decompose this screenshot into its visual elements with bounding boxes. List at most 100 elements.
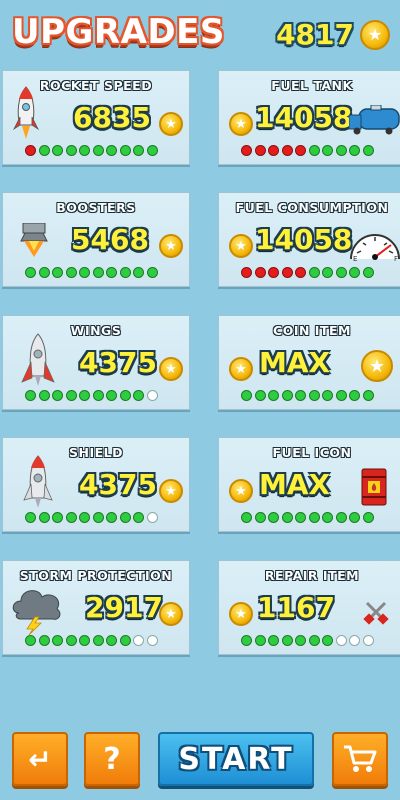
- upgrade-card-fuel-tank[interactable]: FUEL TANK ★ 14058: [218, 70, 400, 165]
- page-title: UPGRADES: [12, 12, 225, 52]
- level-dot: [335, 390, 347, 401]
- upgrade-card-fuel-consumption[interactable]: FUEL CONSUMPTION ★ 14058 E F: [218, 192, 400, 287]
- upgrade-price: 4375: [79, 468, 157, 501]
- coin-balance: 4817 ★: [276, 18, 390, 51]
- level-dot: [295, 512, 306, 523]
- upgrade-card-wings[interactable]: WINGS 4375 ★: [2, 315, 190, 410]
- upgrade-name: FUEL ICON: [272, 445, 352, 460]
- level-dot: [133, 267, 144, 278]
- level-dot: [362, 267, 374, 278]
- upgrade-price: 4375: [79, 346, 157, 379]
- level-dots: [241, 267, 374, 278]
- start-button[interactable]: START: [158, 732, 314, 786]
- level-dot: [281, 390, 293, 401]
- level-dot: [119, 635, 131, 646]
- level-dot: [241, 512, 252, 523]
- level-dot: [106, 390, 117, 401]
- level-dots: [25, 145, 158, 156]
- level-dots: [241, 635, 374, 646]
- upgrade-card-fuel-icon[interactable]: FUEL ICON ★ MAX: [218, 437, 400, 532]
- shop-button[interactable]: [332, 732, 388, 786]
- level-dot: [133, 512, 144, 523]
- level-dot: [308, 512, 320, 523]
- level-dot: [241, 635, 252, 646]
- level-dot: [38, 390, 50, 401]
- coin-icon: ★: [229, 357, 253, 381]
- level-dot: [268, 635, 279, 646]
- level-dot: [25, 145, 36, 156]
- level-dot: [335, 512, 347, 523]
- level-dot: [254, 267, 266, 278]
- upgrade-price: MAX: [259, 346, 331, 379]
- level-dot: [146, 390, 158, 401]
- rocket-icon: [12, 86, 40, 139]
- level-dots: [241, 512, 374, 523]
- level-dot: [268, 390, 279, 401]
- level-dot: [254, 512, 266, 523]
- coin-icon: ★: [159, 357, 183, 381]
- upgrade-card-shield[interactable]: SHIELD 4375 ★: [2, 437, 190, 532]
- upgrade-name: FUEL CONSUMPTION: [235, 200, 389, 215]
- level-dot: [25, 267, 36, 278]
- coin-icon: ★: [229, 112, 253, 136]
- coin-icon: ★: [361, 350, 393, 382]
- upgrade-card-boosters[interactable]: BOOSTERS 5468 ★: [2, 192, 190, 287]
- level-dot: [106, 267, 117, 278]
- level-dot: [281, 145, 293, 156]
- svg-text:F: F: [394, 255, 398, 263]
- level-dot: [254, 390, 266, 401]
- level-dot: [52, 635, 63, 646]
- level-dot: [119, 512, 131, 523]
- level-dot: [38, 267, 50, 278]
- level-dot: [295, 635, 306, 646]
- level-dot: [349, 145, 360, 156]
- coin-icon: ★: [229, 479, 253, 503]
- level-dot: [281, 267, 293, 278]
- level-dot: [52, 390, 63, 401]
- level-dot: [25, 512, 36, 523]
- level-dot: [281, 512, 293, 523]
- level-dots: [241, 390, 374, 401]
- level-dot: [119, 145, 131, 156]
- level-dot: [106, 635, 117, 646]
- upgrade-price: 2917: [85, 591, 163, 624]
- level-dot: [106, 512, 117, 523]
- level-dot: [25, 635, 36, 646]
- level-dot: [52, 145, 63, 156]
- help-button[interactable]: ?: [84, 732, 140, 786]
- storm-cloud-icon: [12, 590, 61, 635]
- back-button[interactable]: ↵: [12, 732, 68, 786]
- level-dot: [241, 390, 252, 401]
- level-dot: [322, 390, 333, 401]
- level-dot: [65, 512, 77, 523]
- upgrade-name: COIN ITEM: [273, 323, 351, 338]
- shield-rocket-icon: [23, 455, 53, 508]
- level-dot: [65, 635, 77, 646]
- level-dot: [335, 145, 347, 156]
- level-dot: [92, 635, 104, 646]
- coin-icon: ★: [159, 479, 183, 503]
- level-dot: [349, 635, 360, 646]
- level-dot: [92, 390, 104, 401]
- level-dot: [146, 145, 158, 156]
- coin-total: 4817: [276, 18, 354, 51]
- level-dot: [322, 267, 333, 278]
- level-dot: [146, 635, 158, 646]
- upgrade-card-rocket-speed[interactable]: ROCKET SPEED 6835 ★: [2, 70, 190, 165]
- svg-text:E: E: [353, 255, 357, 263]
- upgrade-name: REPAIR ITEM: [264, 568, 360, 583]
- fuel-barrel-icon: [361, 468, 387, 506]
- level-dot: [349, 390, 360, 401]
- upgrade-price: 1167: [257, 591, 335, 624]
- level-dot: [79, 267, 90, 278]
- level-dot: [295, 390, 306, 401]
- level-dot: [241, 145, 252, 156]
- upgrade-card-repair-item[interactable]: REPAIR ITEM ★ 1167: [218, 560, 400, 655]
- level-dot: [119, 390, 131, 401]
- level-dot: [92, 512, 104, 523]
- level-dot: [268, 512, 279, 523]
- upgrade-card-coin-item[interactable]: COIN ITEM ★ MAX ★: [218, 315, 400, 410]
- level-dot: [79, 390, 90, 401]
- upgrade-price: 6835: [73, 101, 151, 134]
- upgrade-card-storm-protection[interactable]: STORM PROTECTION 2917 ★: [2, 560, 190, 655]
